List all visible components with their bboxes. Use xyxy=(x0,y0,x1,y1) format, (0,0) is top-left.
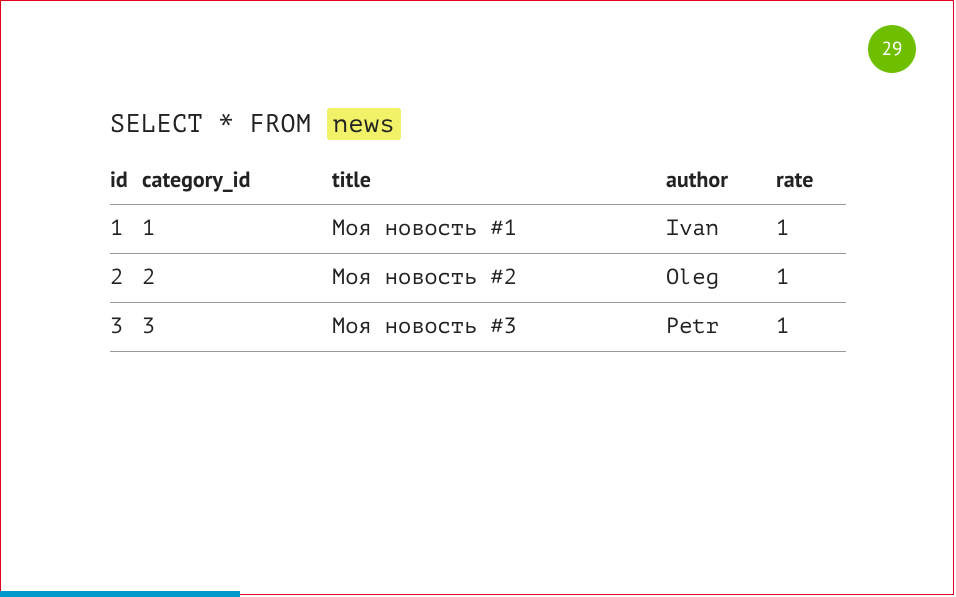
progress-bar xyxy=(0,591,240,597)
slide-frame xyxy=(0,0,954,595)
page-number: 29 xyxy=(882,37,903,61)
page-number-badge: 29 xyxy=(868,25,916,73)
